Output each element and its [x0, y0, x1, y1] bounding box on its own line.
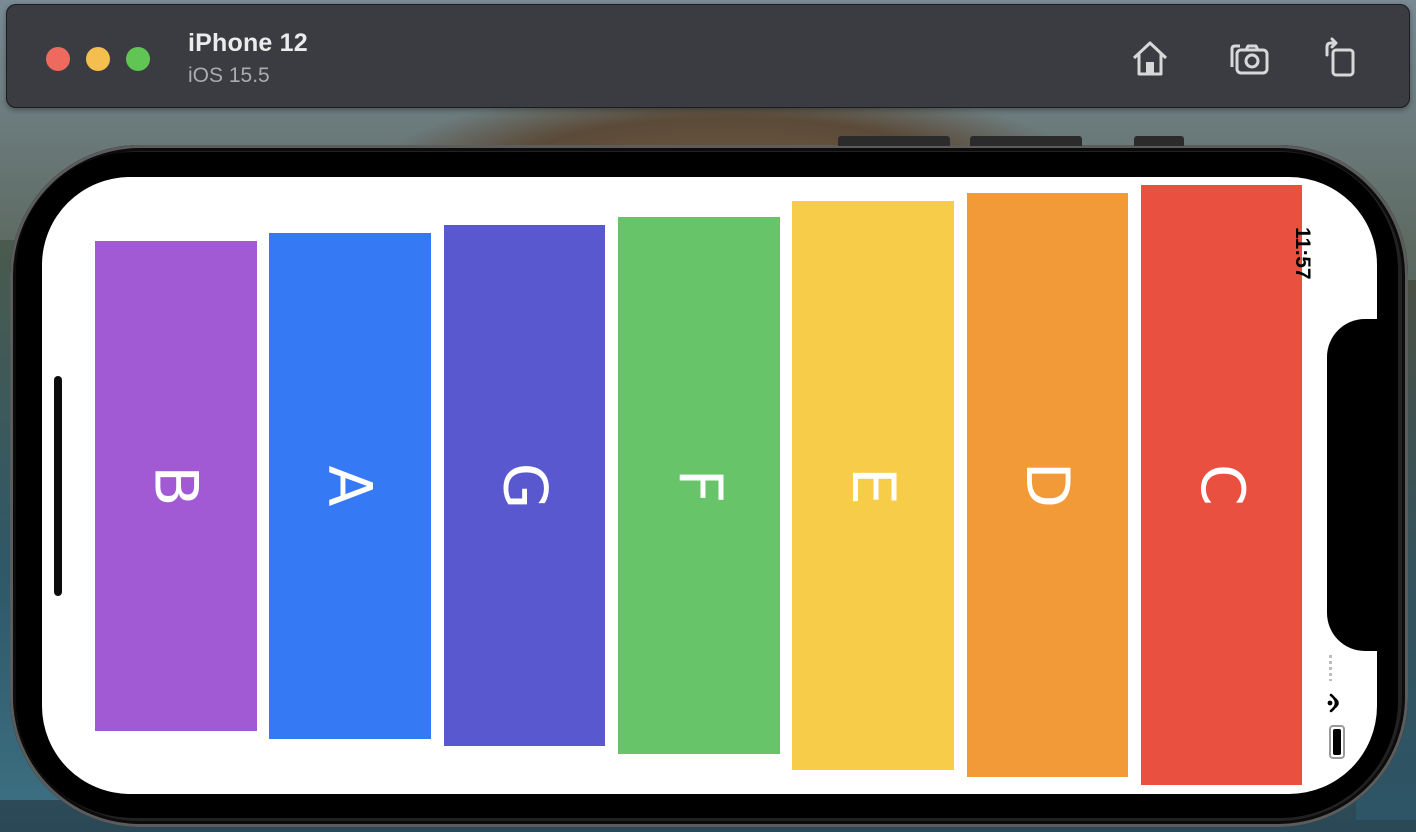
card-a[interactable]: A [269, 233, 431, 739]
home-indicator[interactable] [54, 376, 62, 596]
screenshot-button[interactable] [1225, 34, 1273, 82]
card-d[interactable]: D [967, 193, 1128, 777]
maximize-window-button[interactable] [126, 47, 150, 71]
screenshot-icon [1230, 44, 1269, 75]
device-name: iPhone 12 [188, 29, 308, 57]
battery-icon [1329, 725, 1345, 759]
device-side-button [838, 136, 950, 146]
cellular-signal-icon [1329, 655, 1332, 681]
card-label: A [314, 465, 385, 507]
simulator-titlebar: iPhone 12 iOS 15.5 [6, 4, 1410, 108]
card-f[interactable]: F [618, 217, 780, 754]
card-b[interactable]: B [95, 241, 257, 731]
card-label: B [140, 465, 211, 507]
card-label: F [663, 468, 734, 503]
device-notch [1327, 319, 1377, 651]
status-time: 11:57 [1291, 227, 1314, 280]
device-side-button [1134, 136, 1184, 146]
rotate-button[interactable] [1316, 34, 1364, 82]
device-screen: B A G F E D C 11:57 [42, 177, 1377, 794]
home-button[interactable] [1126, 34, 1174, 82]
close-window-button[interactable] [46, 47, 70, 71]
home-icon [1132, 41, 1168, 76]
rotate-icon [1325, 37, 1355, 77]
device-side-button [970, 136, 1082, 146]
wifi-icon [1327, 691, 1347, 720]
card-label: E [837, 466, 908, 505]
card-label: D [1012, 461, 1083, 509]
card-c[interactable]: C [1141, 185, 1302, 785]
card-e[interactable]: E [792, 201, 954, 770]
device-os-version: iOS 15.5 [188, 64, 270, 87]
card-label: C [1186, 464, 1257, 506]
card-g[interactable]: G [444, 225, 605, 746]
card-label: G [489, 462, 560, 509]
minimize-window-button[interactable] [86, 47, 110, 71]
